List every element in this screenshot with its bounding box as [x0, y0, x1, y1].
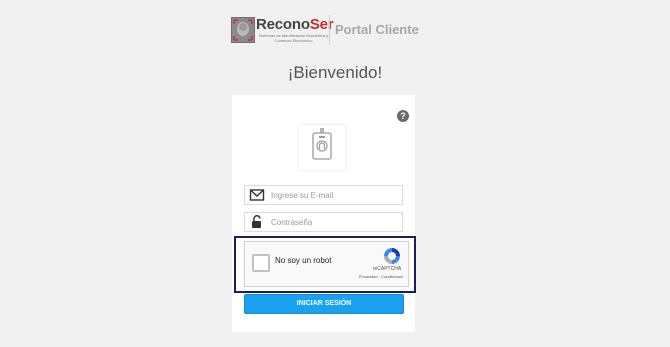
password-field[interactable] [244, 212, 403, 232]
captcha-label: No soy un robot [275, 256, 332, 265]
captcha-links[interactable]: Privacidad - Condiciones [355, 274, 407, 279]
logo-wordmark: ReconoSer [256, 16, 334, 33]
login-button[interactable]: INICIAR SESIÓN [244, 294, 404, 314]
recaptcha-widget: No soy un robot reCAPTCHA Privacidad - C… [244, 241, 409, 287]
unlock-icon [249, 215, 265, 229]
brand-logo: ReconoSer Sistemas de Identificación Bio… [231, 16, 334, 46]
logo-face-icon [231, 17, 255, 43]
recaptcha-icon [382, 246, 402, 266]
password-input[interactable] [271, 213, 399, 231]
email-field[interactable] [244, 185, 403, 205]
logo-tagline: Sistemas de Identificación Biométrica y … [258, 33, 329, 43]
id-badge-icon [299, 125, 345, 170]
captcha-checkbox[interactable] [252, 254, 270, 272]
email-input[interactable] [271, 186, 399, 204]
question-circle-icon[interactable]: ? [397, 110, 409, 122]
header-divider [329, 15, 330, 45]
captcha-brand: reCAPTCHA [372, 266, 402, 272]
portal-title: Portal Cliente [335, 22, 419, 37]
welcome-heading: ¡Bienvenido! [287, 63, 383, 82]
envelope-icon [249, 188, 265, 202]
